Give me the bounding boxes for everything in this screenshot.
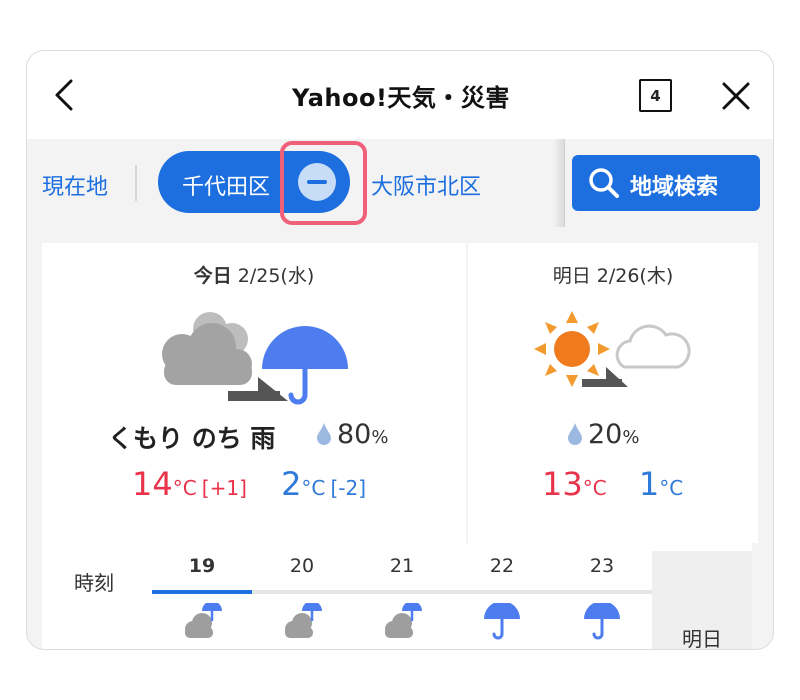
hour-column[interactable]: 19 [152,543,252,649]
hour-value: 23 [589,555,615,577]
umbrella-icon [584,603,620,640]
cloud-rain-icon [185,603,222,638]
raindrop-icon [317,423,331,445]
today-low-diff: [-2] [330,476,367,500]
app-header: Yahoo!天気・災害 4 [27,51,773,139]
tomorrow-high-unit: °C [582,476,607,500]
today-high-temp: 14 [132,465,173,503]
tomorrow-rain-chance: 20% [568,419,639,450]
hourly-label-text: 時刻 [74,571,114,595]
today-rain-unit: % [371,427,389,448]
close-icon[interactable] [719,79,753,113]
tap-highlight-box [280,141,367,225]
today-high-diff: [+1] [201,476,247,500]
hour-indicator [252,590,352,594]
tomorrow-low-unit: °C [659,476,684,500]
hour-indicator [552,590,652,594]
forecast-card-today[interactable]: 今日 2/25(水) くもり のち 雨 80% 14°C [+1] 2°C [-… [42,243,466,543]
region-search-label: 地域検索 [630,175,719,200]
tomorrow-rain-unit: % [622,427,640,448]
hour-indicator [152,590,252,594]
location-divider [135,165,137,201]
hour-value: 22 [489,555,515,577]
tomorrow-temperatures: 13°C 1°C [542,465,683,503]
tab-count-button[interactable]: 4 [639,79,672,112]
hour-column[interactable]: 21 [352,543,452,649]
hourly-forecast: 時刻 19 20 21 22 23 明日 [42,543,752,650]
region-search-button[interactable]: 地域検索 [572,155,760,211]
weather-app-frame: Yahoo!天気・災害 4 現在地 千代田区 大阪市北区 地域検索 今日 2/25… [26,50,774,650]
cloud-rain-icon [285,603,322,638]
tomorrow-date-value: 2/26(木) [596,265,674,287]
hourly-tomorrow-label: 明日 [682,627,722,650]
today-high-unit: °C [172,476,197,500]
hour-value: 20 [289,555,315,577]
tomorrow-high-temp: 13 [542,465,583,503]
today-rain-chance: 80% [317,419,388,450]
today-label: 今日 [193,265,232,287]
scroll-edge-shadow [553,139,565,227]
today-low-unit: °C [301,476,326,500]
today-condition: くもり のち 雨 [108,424,276,453]
tomorrow-label: 明日 [552,265,591,287]
today-low-temp: 2 [281,465,302,503]
hour-indicator [352,590,452,594]
location-current[interactable]: 現在地 [42,169,108,201]
search-icon [589,168,619,198]
hour-column[interactable]: 20 [252,543,352,649]
hourly-label: 時刻 [42,543,152,649]
location-osaka[interactable]: 大阪市北区 [371,169,481,201]
today-rain-value: 80 [337,419,372,450]
cloud-rain-icon [385,603,422,638]
hour-value: 19 [188,555,216,577]
hourly-tomorrow-tab[interactable]: 明日 [652,551,752,650]
hour-value: 21 [389,555,415,577]
location-bar: 現在地 千代田区 大阪市北区 地域検索 [27,139,773,227]
tomorrow-low-temp: 1 [638,465,660,503]
hour-indicator [452,590,552,594]
hour-column[interactable]: 23 [552,543,652,649]
today-date-value: 2/25(水) [237,265,315,287]
today-temperatures: 14°C [+1] 2°C [-2] [132,465,366,503]
location-chip-label: 千代田区 [182,175,271,200]
sunny-then-cloudy-icon [534,311,691,387]
umbrella-icon [484,603,520,640]
tomorrow-date: 明日 2/26(木) [468,261,758,288]
forecast-card-tomorrow[interactable]: 明日 2/26(木) 20% 13°C 1°C [468,243,758,543]
cloudy-then-rain-icon [162,312,348,405]
hour-column[interactable]: 22 [452,543,552,649]
tomorrow-rain-value: 20 [588,419,623,450]
raindrop-icon [568,423,582,445]
today-date: 今日 2/25(水) [42,261,466,288]
